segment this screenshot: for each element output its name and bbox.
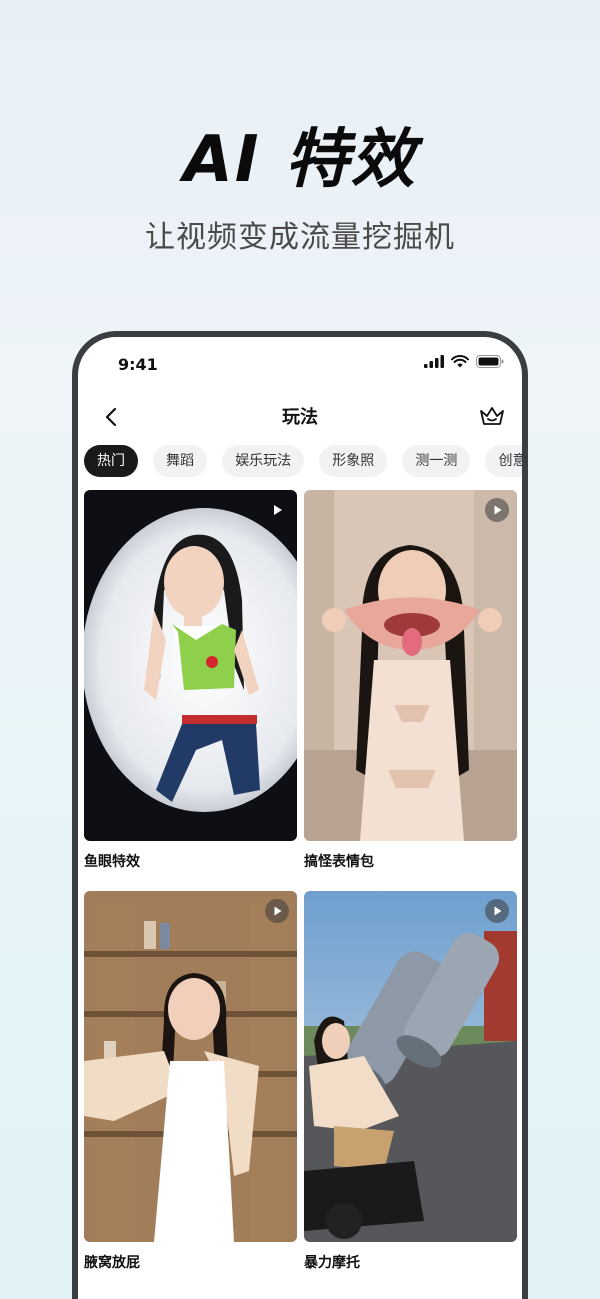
cellular-signal-icon bbox=[424, 355, 444, 368]
tab-test[interactable]: 测一测 bbox=[402, 445, 471, 477]
effect-card-funny-face[interactable]: 搞怪表情包 bbox=[304, 490, 517, 871]
crown-icon[interactable] bbox=[476, 400, 508, 432]
phone-frame: 9:41 玩法 热门 舞蹈 娱乐玩法 形象照 测一测 创意 鱼眼特效 搞怪表情包… bbox=[72, 331, 528, 1299]
page-title: 玩法 bbox=[282, 407, 318, 428]
effect-label: 腋窝放屁 bbox=[84, 1255, 140, 1271]
category-tabs: 热门 舞蹈 娱乐玩法 形象照 测一测 创意营销 bbox=[84, 445, 522, 481]
hero-subtitle: 让视频变成流量挖掘机 bbox=[145, 220, 455, 255]
wifi-icon bbox=[451, 355, 469, 368]
play-icon[interactable] bbox=[265, 899, 289, 923]
status-time: 9:41 bbox=[118, 355, 158, 374]
hero-title: AI 特效 bbox=[183, 123, 417, 197]
effect-thumbnail bbox=[304, 891, 517, 1242]
tab-entertainment[interactable]: 娱乐玩法 bbox=[222, 445, 305, 477]
tab-portrait[interactable]: 形象照 bbox=[319, 445, 388, 477]
effect-card-motorbike[interactable]: 暴力摩托 bbox=[304, 891, 517, 1272]
effect-thumbnail bbox=[84, 490, 297, 841]
tab-creative-marketing[interactable]: 创意营销 bbox=[485, 445, 522, 477]
effect-card-fisheye[interactable]: 鱼眼特效 bbox=[84, 490, 297, 871]
nav-bar: 玩法 bbox=[78, 391, 522, 443]
battery-icon bbox=[476, 355, 504, 368]
effect-label: 暴力摩托 bbox=[304, 1255, 360, 1271]
tab-hot[interactable]: 热门 bbox=[84, 445, 138, 477]
effect-label: 鱼眼特效 bbox=[84, 854, 140, 870]
effect-card-armpit[interactable]: 腋窝放屁 bbox=[84, 891, 297, 1272]
tab-dance[interactable]: 舞蹈 bbox=[153, 445, 208, 477]
status-bar: 9:41 bbox=[78, 337, 522, 391]
status-icons bbox=[424, 355, 504, 368]
effect-label: 搞怪表情包 bbox=[304, 854, 374, 870]
effect-thumbnail bbox=[84, 891, 297, 1242]
play-icon[interactable] bbox=[265, 498, 289, 522]
play-icon[interactable] bbox=[485, 498, 509, 522]
effect-thumbnail bbox=[304, 490, 517, 841]
play-icon[interactable] bbox=[485, 899, 509, 923]
